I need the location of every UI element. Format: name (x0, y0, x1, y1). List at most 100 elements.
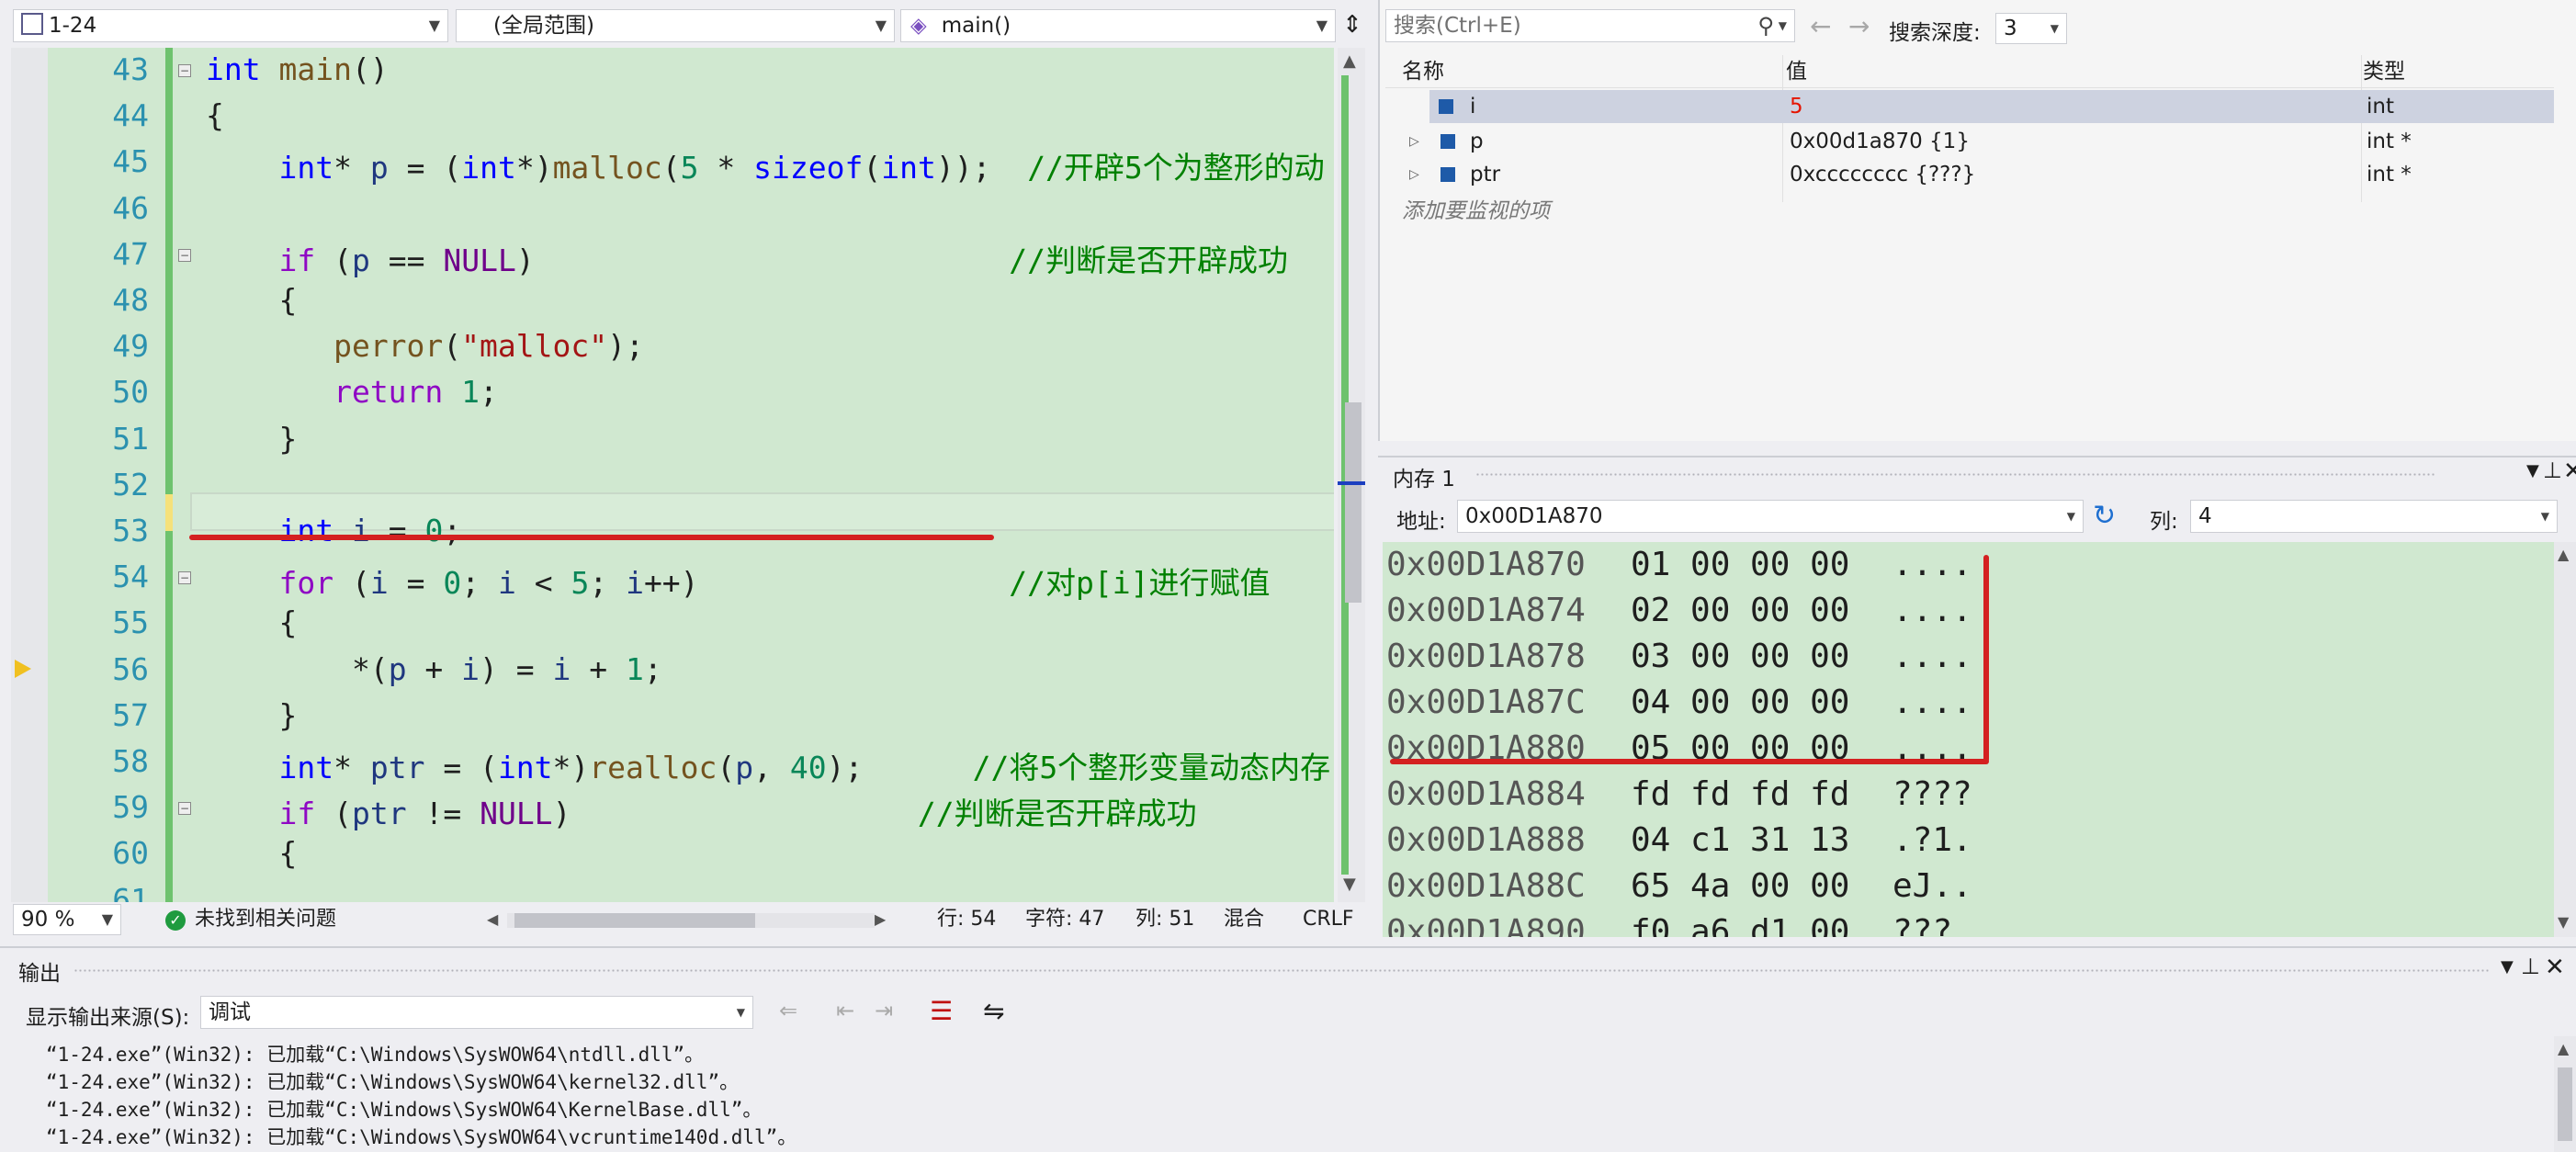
find-message-icon[interactable]: ⇐ (779, 998, 797, 1023)
code-token: } (206, 696, 298, 733)
code-line[interactable]: { (206, 282, 297, 318)
zoom-combo[interactable]: 90 % ▼ (13, 904, 121, 935)
prev-message-icon[interactable]: ⇤ (836, 998, 854, 1023)
memory-bytes[interactable]: 05 00 00 00 (1631, 726, 1849, 772)
code-editor[interactable]: 43 int main() 44{45 int* p = (int*)malloc(… (11, 48, 1334, 902)
code-line[interactable]: return 1; (206, 374, 498, 410)
split-icon[interactable]: ⇕ (1339, 9, 1365, 42)
memory-bytes[interactable]: 65 4a 00 00 (1631, 864, 1849, 909)
refresh-icon[interactable]: ↻ (2093, 500, 2116, 532)
title-grip (73, 968, 2490, 974)
watch-row-p[interactable]: ▷ p 0x00d1a870 {1} int * (1389, 125, 2554, 158)
memory-bytes[interactable]: 01 00 00 00 (1631, 542, 1849, 588)
scroll-up-icon[interactable]: ▲ (1343, 51, 1356, 71)
watch-row-value[interactable]: 0xcccccccc {???} (1790, 158, 1975, 191)
code-token: //将5个整形变量动态内存 (972, 750, 1331, 785)
output-vertical-scrollbar[interactable]: ▲ (2554, 1036, 2576, 1152)
search-icon[interactable]: ⚲ (1757, 10, 1774, 41)
code-line[interactable]: int* p = (int*)malloc(5 * sizeof(int)); … (206, 143, 1324, 187)
watch-col-value[interactable]: 值 (1786, 55, 1807, 88)
code-line[interactable]: if (p == NULL) //判断是否开辟成功 (206, 236, 1288, 280)
scroll-right-icon[interactable]: ▶ (875, 902, 886, 937)
issues-status[interactable]: 未找到相关问题 (195, 902, 336, 937)
scroll-left-icon[interactable]: ◀ (487, 902, 498, 937)
code-token: "malloc" (461, 328, 608, 365)
scroll-down-icon[interactable]: ▼ (1343, 875, 1356, 894)
code-line[interactable]: { (206, 604, 297, 640)
output-source-combo[interactable]: 调试 ▼ (200, 996, 753, 1029)
code-line[interactable]: if (ptr != NULL) //判断是否开辟成功 (206, 789, 1196, 833)
dropdown-icon[interactable]: ▼ (2501, 957, 2514, 977)
memory-bytes[interactable]: 04 00 00 00 (1631, 680, 1849, 726)
expand-icon[interactable]: ▷ (1409, 158, 1419, 191)
code-line[interactable]: int i = 0; (206, 513, 461, 548)
horizontal-scroll-thumb[interactable] (514, 913, 755, 928)
code-line[interactable]: } (206, 421, 297, 457)
watch-row-i[interactable]: i 5 int (1429, 90, 2554, 123)
editor-vertical-scrollbar[interactable]: ▲ ▼ (1338, 48, 1365, 902)
status-eol: CRLF (1303, 908, 1354, 931)
watch-col-name[interactable]: 名称 (1402, 55, 1444, 88)
expand-icon[interactable]: ▷ (1409, 125, 1419, 158)
scope-combo-text: (全局范围) (493, 14, 594, 38)
forward-arrow-icon[interactable]: → (1848, 11, 1870, 41)
scroll-up-icon[interactable]: ▲ (2558, 546, 2569, 563)
cube-icon: ◈ (910, 14, 927, 38)
code-line[interactable]: { (206, 835, 297, 871)
memory-bytes[interactable]: 04 c1 31 13 (1631, 818, 1849, 864)
code-line[interactable]: { (206, 97, 224, 133)
clear-all-icon[interactable]: ☰ (930, 996, 953, 1026)
next-message-icon[interactable]: ⇥ (875, 998, 893, 1023)
address-input[interactable]: 0x00D1A870 ▼ (1457, 500, 2084, 533)
line-number: 60 (112, 835, 149, 872)
fold-toggle-icon[interactable]: − (178, 802, 191, 816)
scroll-thumb[interactable] (1345, 402, 1361, 603)
function-combo[interactable]: ◈ main() ▼ (900, 9, 1336, 42)
watch-row-value[interactable]: 5 (1790, 90, 1803, 123)
fold-toggle-icon[interactable]: − (178, 571, 191, 585)
dropdown-icon[interactable]: ▼ (2526, 461, 2539, 480)
horizontal-scrollbar[interactable] (507, 913, 875, 928)
memory-ascii: .... (1892, 638, 1972, 675)
watch-search-box[interactable]: 搜索(Ctrl+E) ⚲ ▼ (1385, 9, 1795, 42)
memory-ascii: .... (1892, 546, 1972, 583)
fold-toggle-icon[interactable]: − (178, 64, 191, 77)
add-watch-hint[interactable]: 添加要监视的项 (1402, 193, 1550, 224)
memory-addr: 0x00D1A878 (1386, 638, 1586, 675)
scope-combo[interactable]: (全局范围) ▼ (456, 9, 895, 42)
scroll-thumb[interactable] (2558, 1067, 2572, 1141)
columns-combo[interactable]: 4 ▼ (2190, 500, 2558, 533)
pin-icon[interactable]: ⊥ (2521, 954, 2540, 979)
back-arrow-icon[interactable]: ← (1810, 11, 1831, 41)
code-line[interactable]: } (206, 697, 297, 733)
code-line[interactable]: perror("malloc"); (206, 328, 644, 364)
code-token: p (388, 650, 407, 687)
code-token: + (571, 650, 627, 687)
line-number: 47 (112, 235, 149, 272)
code-line[interactable]: int main() (206, 51, 389, 87)
code-line[interactable]: for (i = 0; i < 5; i++) //对p[i]进行赋值 (206, 559, 1270, 603)
watch-col-type[interactable]: 类型 (2363, 55, 2405, 88)
scroll-up-icon[interactable]: ▲ (2558, 1040, 2569, 1057)
fold-toggle-icon[interactable]: − (178, 248, 191, 262)
memory-bytes[interactable]: f0 a6 d1 00 (1631, 909, 1849, 937)
memory-vertical-scrollbar[interactable]: ▲ ▼ (2554, 542, 2576, 937)
close-icon[interactable]: ✕ (2563, 457, 2576, 485)
code-line[interactable]: *(p + i) = i + 1; (206, 651, 662, 687)
scroll-down-icon[interactable]: ▼ (2558, 913, 2569, 931)
check-icon: ✓ (165, 910, 186, 931)
search-depth-combo[interactable]: 3 ▼ (1995, 13, 2067, 44)
close-icon[interactable]: ✕ (2545, 954, 2565, 981)
memory-view[interactable]: 0x00D1A870 01 00 00 00.... 0x00D1A874 02 00… (1383, 542, 2554, 937)
memory-bytes[interactable]: 02 00 00 00 (1631, 588, 1849, 634)
project-combo[interactable]: 1-24 ▼ (13, 9, 448, 42)
output-text-area[interactable]: “1-24.exe”(Win32): 已加载“C:\Windows\SysWOW… (0, 1036, 2554, 1152)
memory-bytes[interactable]: 03 00 00 00 (1631, 634, 1849, 680)
word-wrap-icon[interactable]: ⇋ (983, 996, 1004, 1026)
watch-row-ptr[interactable]: ▷ ptr 0xcccccccc {???} int * (1389, 158, 2554, 191)
memory-bytes[interactable]: fd fd fd fd (1631, 772, 1849, 818)
code-line[interactable]: int* ptr = (int*)realloc(p, 40); //将5个整形… (206, 743, 1330, 787)
code-token: == (369, 242, 444, 278)
pin-icon[interactable]: ⊥ (2543, 457, 2562, 483)
watch-row-value[interactable]: 0x00d1a870 {1} (1790, 125, 1970, 158)
